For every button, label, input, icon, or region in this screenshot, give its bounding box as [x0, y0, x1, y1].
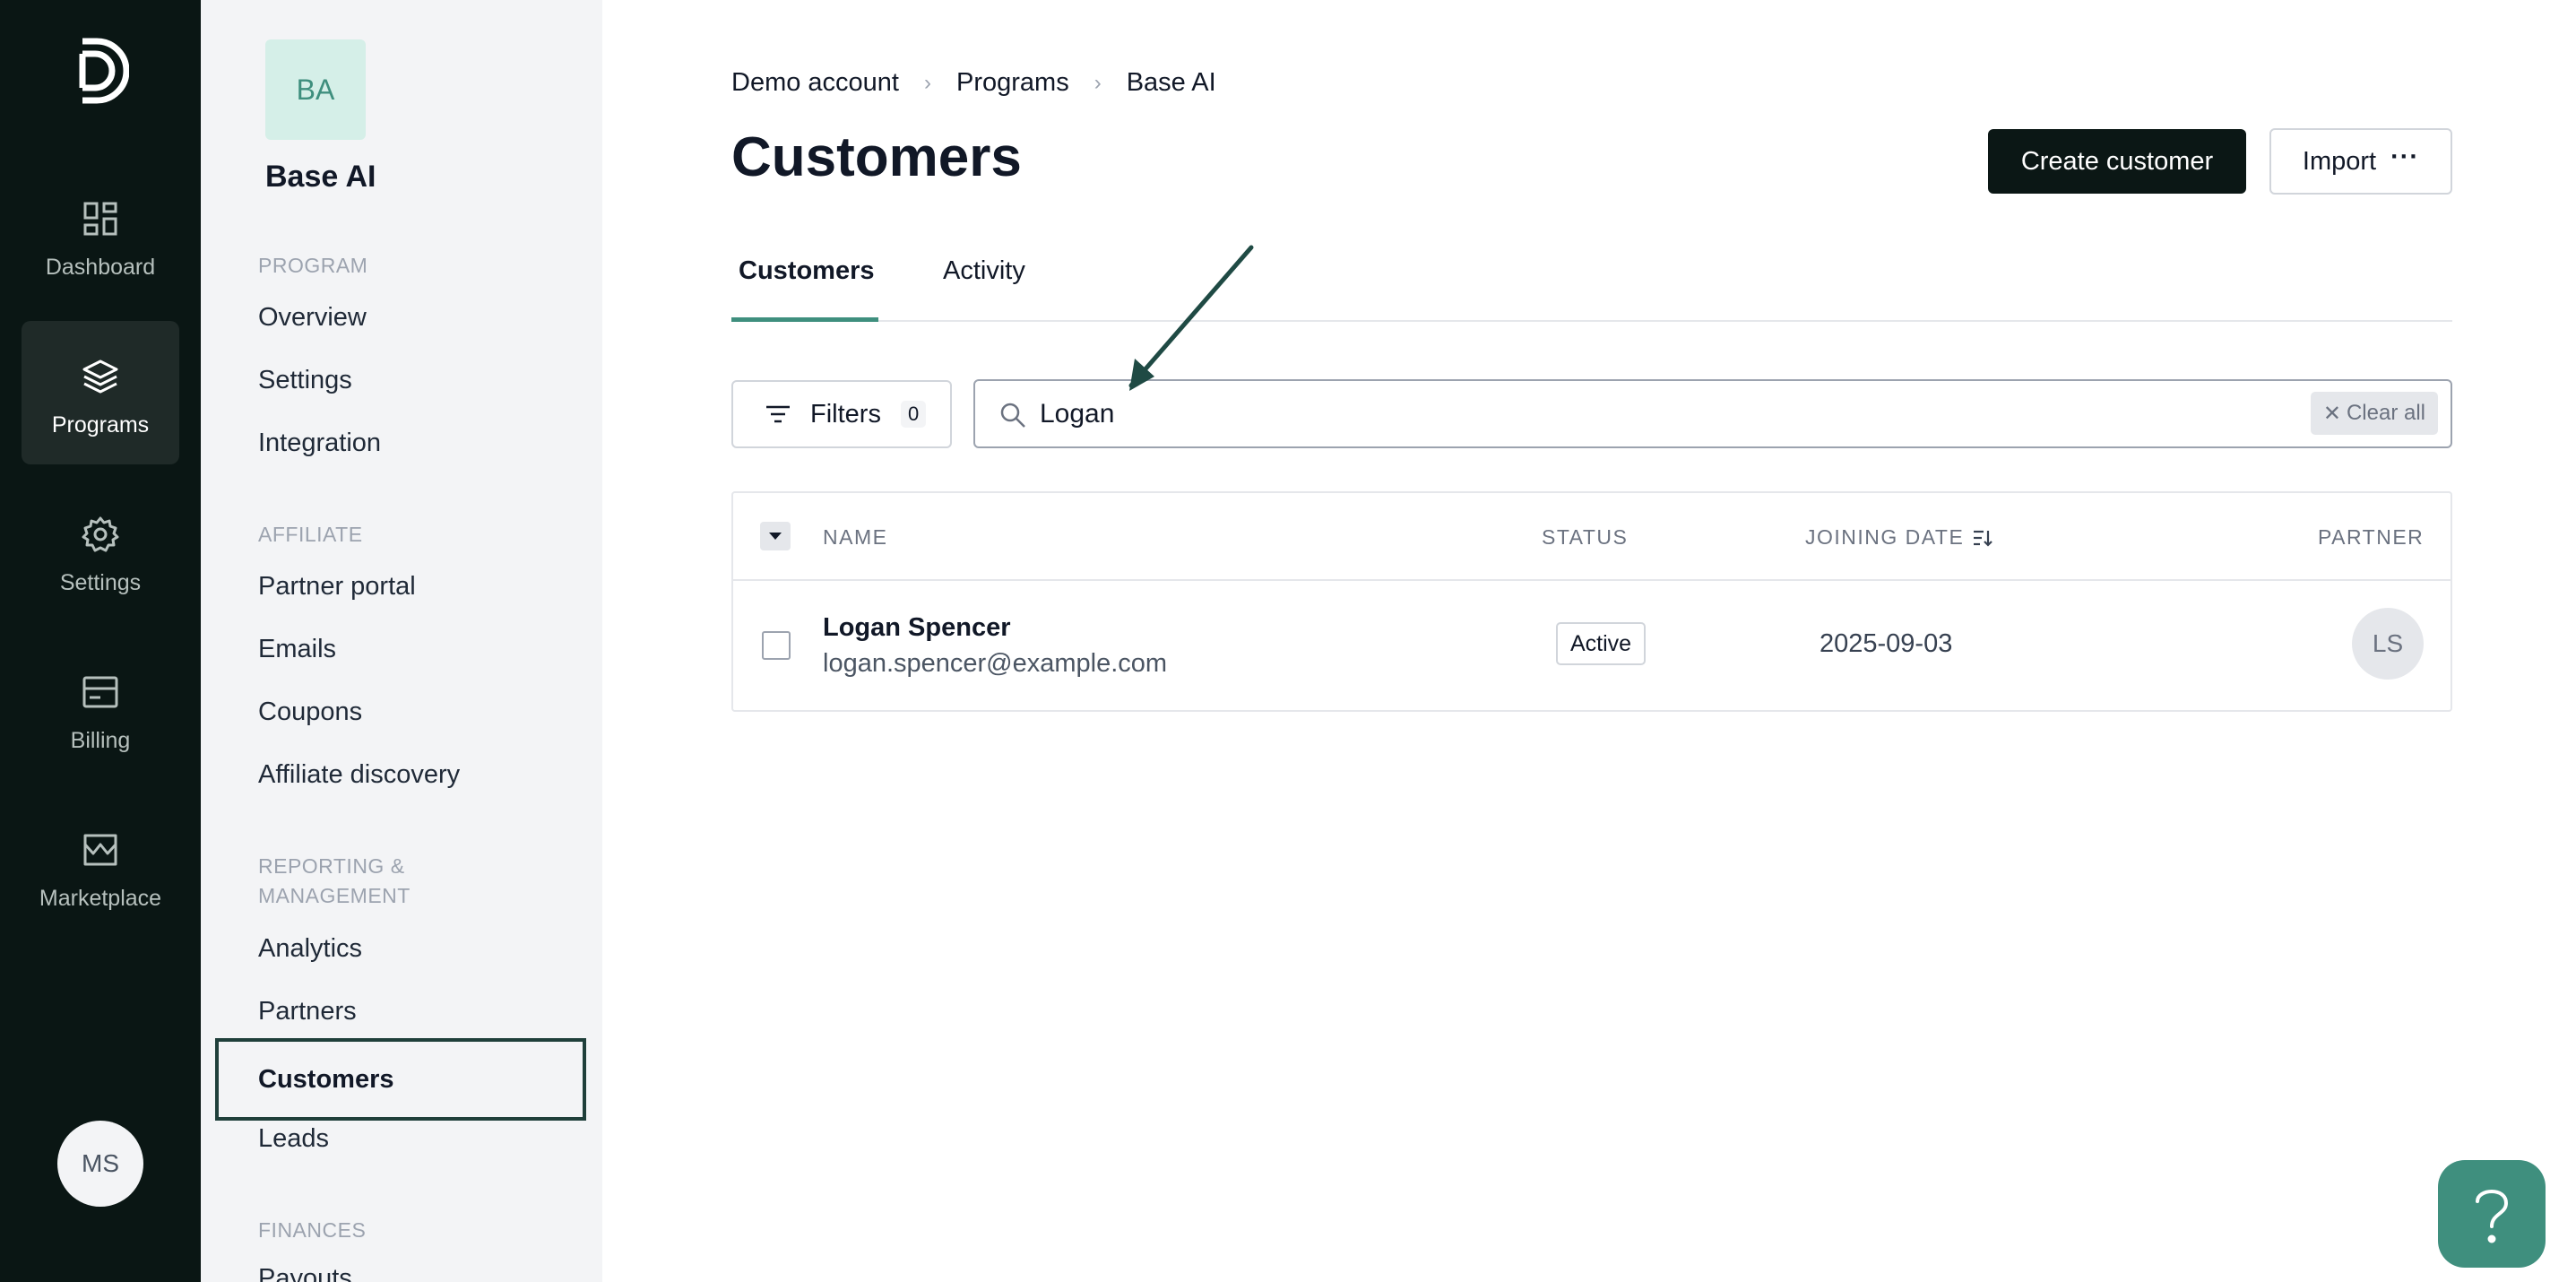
section-heading-finances: FINANCES	[258, 1218, 367, 1242]
nav-item-analytics[interactable]: Analytics	[258, 934, 362, 964]
nav-item-emails[interactable]: Emails	[258, 635, 336, 664]
page-title: Customers	[731, 126, 1022, 188]
help-icon	[2476, 1190, 2509, 1243]
nav-item-settings[interactable]: Settings	[258, 366, 352, 395]
tab-activity[interactable]: Activity	[943, 256, 1025, 286]
row-checkbox[interactable]	[762, 631, 791, 660]
dashboard-icon	[83, 202, 117, 236]
nav-item-payouts[interactable]: Payouts	[258, 1264, 352, 1282]
import-button[interactable]: Import ···	[2269, 128, 2452, 195]
nav-item-leads[interactable]: Leads	[258, 1124, 329, 1154]
app-rail: Dashboard Programs Settings Billing Mark…	[0, 0, 201, 1282]
customer-name[interactable]: Logan Spencer	[823, 613, 1011, 643]
layers-icon	[82, 359, 118, 394]
program-avatar: BA	[265, 39, 366, 140]
nav-item-partners[interactable]: Partners	[258, 997, 357, 1026]
filters-button[interactable]: Filters 0	[731, 380, 952, 448]
rail-item-label: Programs	[51, 412, 150, 437]
nav-item-partner-portal[interactable]: Partner portal	[258, 572, 416, 602]
column-header-name[interactable]: NAME	[823, 525, 887, 550]
rail-item-label: Dashboard	[45, 255, 156, 280]
more-icon: ···	[2390, 142, 2420, 171]
clear-all-button[interactable]: ✕ Clear all	[2310, 392, 2438, 435]
gear-icon	[82, 516, 119, 552]
table-header: NAME STATUS JOINING DATE PARTNER	[733, 493, 2451, 581]
active-tab-indicator	[731, 317, 878, 322]
column-header-joining-date[interactable]: JOINING DATE	[1805, 525, 1993, 550]
tabs-divider	[731, 320, 2452, 322]
nav-item-customers[interactable]: Customers	[215, 1038, 586, 1121]
customer-email: logan.spencer@example.com	[823, 649, 1168, 678]
sort-icon	[1974, 530, 1993, 547]
clear-all-label: Clear all	[2346, 401, 2425, 425]
nav-item-overview[interactable]: Overview	[258, 303, 367, 333]
nav-item-integration[interactable]: Integration	[258, 429, 381, 458]
breadcrumb-base-ai[interactable]: Base AI	[1127, 68, 1216, 98]
status-badge: Active	[1556, 622, 1647, 665]
rail-item-billing[interactable]: Billing	[22, 637, 179, 780]
nav-item-affiliate-discovery[interactable]: Affiliate discovery	[258, 760, 460, 790]
search-icon	[1000, 403, 1025, 428]
select-all-toggle[interactable]	[760, 522, 791, 550]
close-icon: ✕	[2322, 401, 2341, 426]
breadcrumb-demo-account[interactable]: Demo account	[731, 68, 899, 98]
section-heading-program: PROGRAM	[258, 254, 368, 277]
filters-count: 0	[900, 401, 927, 428]
caret-down-icon	[769, 533, 782, 540]
store-icon	[83, 834, 117, 866]
column-header-partner[interactable]: PARTNER	[2318, 525, 2424, 550]
nav-item-coupons[interactable]: Coupons	[258, 697, 362, 727]
rail-item-settings[interactable]: Settings	[22, 479, 179, 622]
rail-item-marketplace[interactable]: Marketplace	[22, 794, 179, 938]
rail-item-label: Marketplace	[39, 886, 162, 911]
chevron-right-icon: ›	[1094, 70, 1102, 95]
filter-icon	[766, 405, 790, 423]
column-header-joining-date-label: JOINING DATE	[1805, 525, 1965, 549]
annotation-arrow	[1128, 245, 1254, 391]
section-heading-affiliate: AFFILIATE	[258, 523, 363, 546]
chevron-right-icon: ›	[924, 70, 931, 95]
joining-date: 2025-09-03	[1820, 629, 1953, 658]
customers-table: NAME STATUS JOINING DATE PARTNER Logan S…	[731, 491, 2452, 712]
breadcrumb: Demo account › Programs › Base AI	[731, 68, 1216, 98]
table-row[interactable]: Logan Spencer logan.spencer@example.com …	[733, 581, 2451, 712]
user-avatar[interactable]: MS	[57, 1121, 143, 1207]
breadcrumb-programs[interactable]: Programs	[956, 68, 1069, 98]
filters-label: Filters	[810, 399, 881, 429]
partner-avatar[interactable]: LS	[2352, 608, 2424, 680]
tab-customers[interactable]: Customers	[739, 256, 875, 286]
billing-icon	[82, 676, 118, 708]
rail-item-label: Billing	[70, 728, 131, 753]
program-sidebar: BA Base AI PROGRAM Overview Settings Int…	[201, 0, 602, 1282]
app-logo-icon[interactable]	[70, 34, 129, 108]
column-header-status[interactable]: STATUS	[1542, 525, 1628, 550]
rail-item-dashboard[interactable]: Dashboard	[22, 163, 179, 307]
program-name: Base AI	[265, 160, 376, 194]
import-button-label: Import	[2302, 146, 2377, 176]
section-heading-reporting: REPORTING & MANAGEMENT	[258, 854, 411, 907]
rail-item-label: Settings	[59, 570, 142, 595]
create-customer-button[interactable]: Create customer	[1988, 129, 2246, 194]
rail-item-programs[interactable]: Programs	[22, 321, 179, 464]
help-button[interactable]	[2438, 1160, 2546, 1268]
